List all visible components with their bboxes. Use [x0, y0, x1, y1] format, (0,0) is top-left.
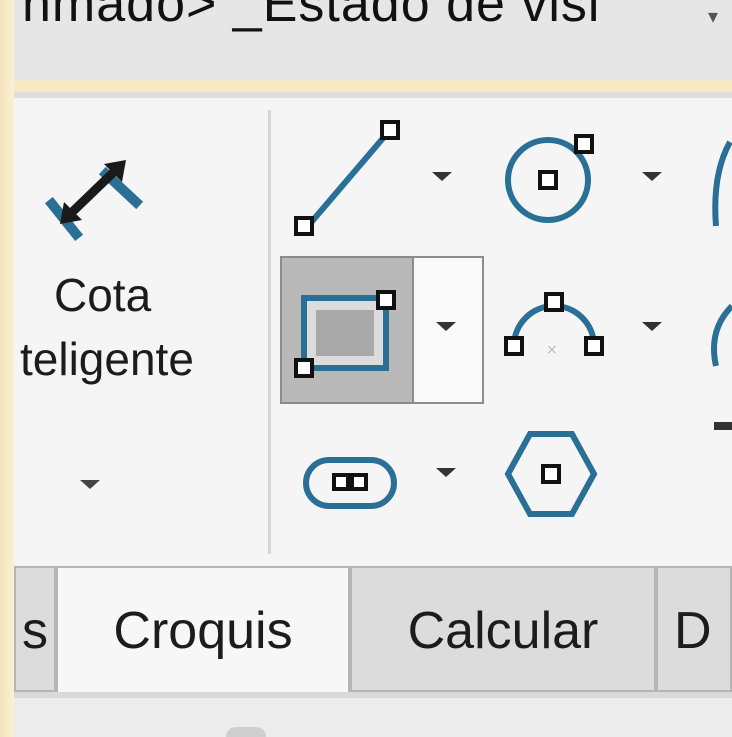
circle-dropdown-caret[interactable]	[642, 172, 662, 181]
smart-dimension-label-line1: Cota	[54, 269, 152, 321]
window-edge	[0, 0, 14, 737]
circle-tool-button[interactable]	[500, 124, 610, 244]
partial-icon	[226, 727, 266, 737]
line-icon	[294, 120, 400, 236]
title-bar: nmado> _Estado de visi ▾	[14, 0, 732, 80]
slot-dropdown-caret[interactable]	[436, 468, 456, 477]
svg-text:×: ×	[546, 342, 558, 358]
polygon-icon	[504, 431, 598, 517]
chevron-down-icon[interactable]	[80, 480, 100, 489]
chevron-down-icon[interactable]: ▾	[708, 4, 718, 29]
status-area	[14, 692, 732, 737]
smart-dimension-icon	[44, 160, 144, 242]
polygon-tool-button[interactable]	[500, 424, 610, 524]
chevron-down-icon	[436, 322, 456, 331]
window-title: nmado> _Estado de visi	[22, 0, 601, 33]
arc-tool-button[interactable]: ×	[500, 280, 610, 400]
tab-calcular[interactable]: Calcular	[350, 566, 656, 692]
arc-dropdown-caret[interactable]	[642, 322, 662, 331]
slot-icon	[303, 457, 397, 509]
group-divider	[268, 110, 271, 554]
tab-next[interactable]: D	[656, 566, 732, 692]
smart-dimension-label-line2: teligente	[20, 333, 194, 385]
line-tool-button[interactable]	[290, 118, 400, 238]
rectangle-dropdown-button[interactable]	[414, 256, 484, 404]
smart-dimension-button[interactable]: Cota teligente	[14, 108, 264, 548]
slot-tool-button[interactable]	[296, 440, 406, 530]
rectangle-icon	[294, 290, 396, 378]
tab-croquis[interactable]: Croquis	[56, 566, 350, 692]
circle-icon	[505, 134, 594, 223]
centerpoint-arc-icon: ×	[504, 292, 604, 358]
tab-previous[interactable]: s	[14, 566, 56, 692]
line-dropdown-caret[interactable]	[432, 172, 452, 181]
arc-tool-button-partial[interactable]	[706, 134, 732, 254]
rectangle-tool-button[interactable]	[280, 256, 414, 404]
spline-icon	[711, 303, 732, 430]
spline-tool-button-partial[interactable]	[708, 300, 732, 430]
arc-icon	[712, 140, 732, 227]
